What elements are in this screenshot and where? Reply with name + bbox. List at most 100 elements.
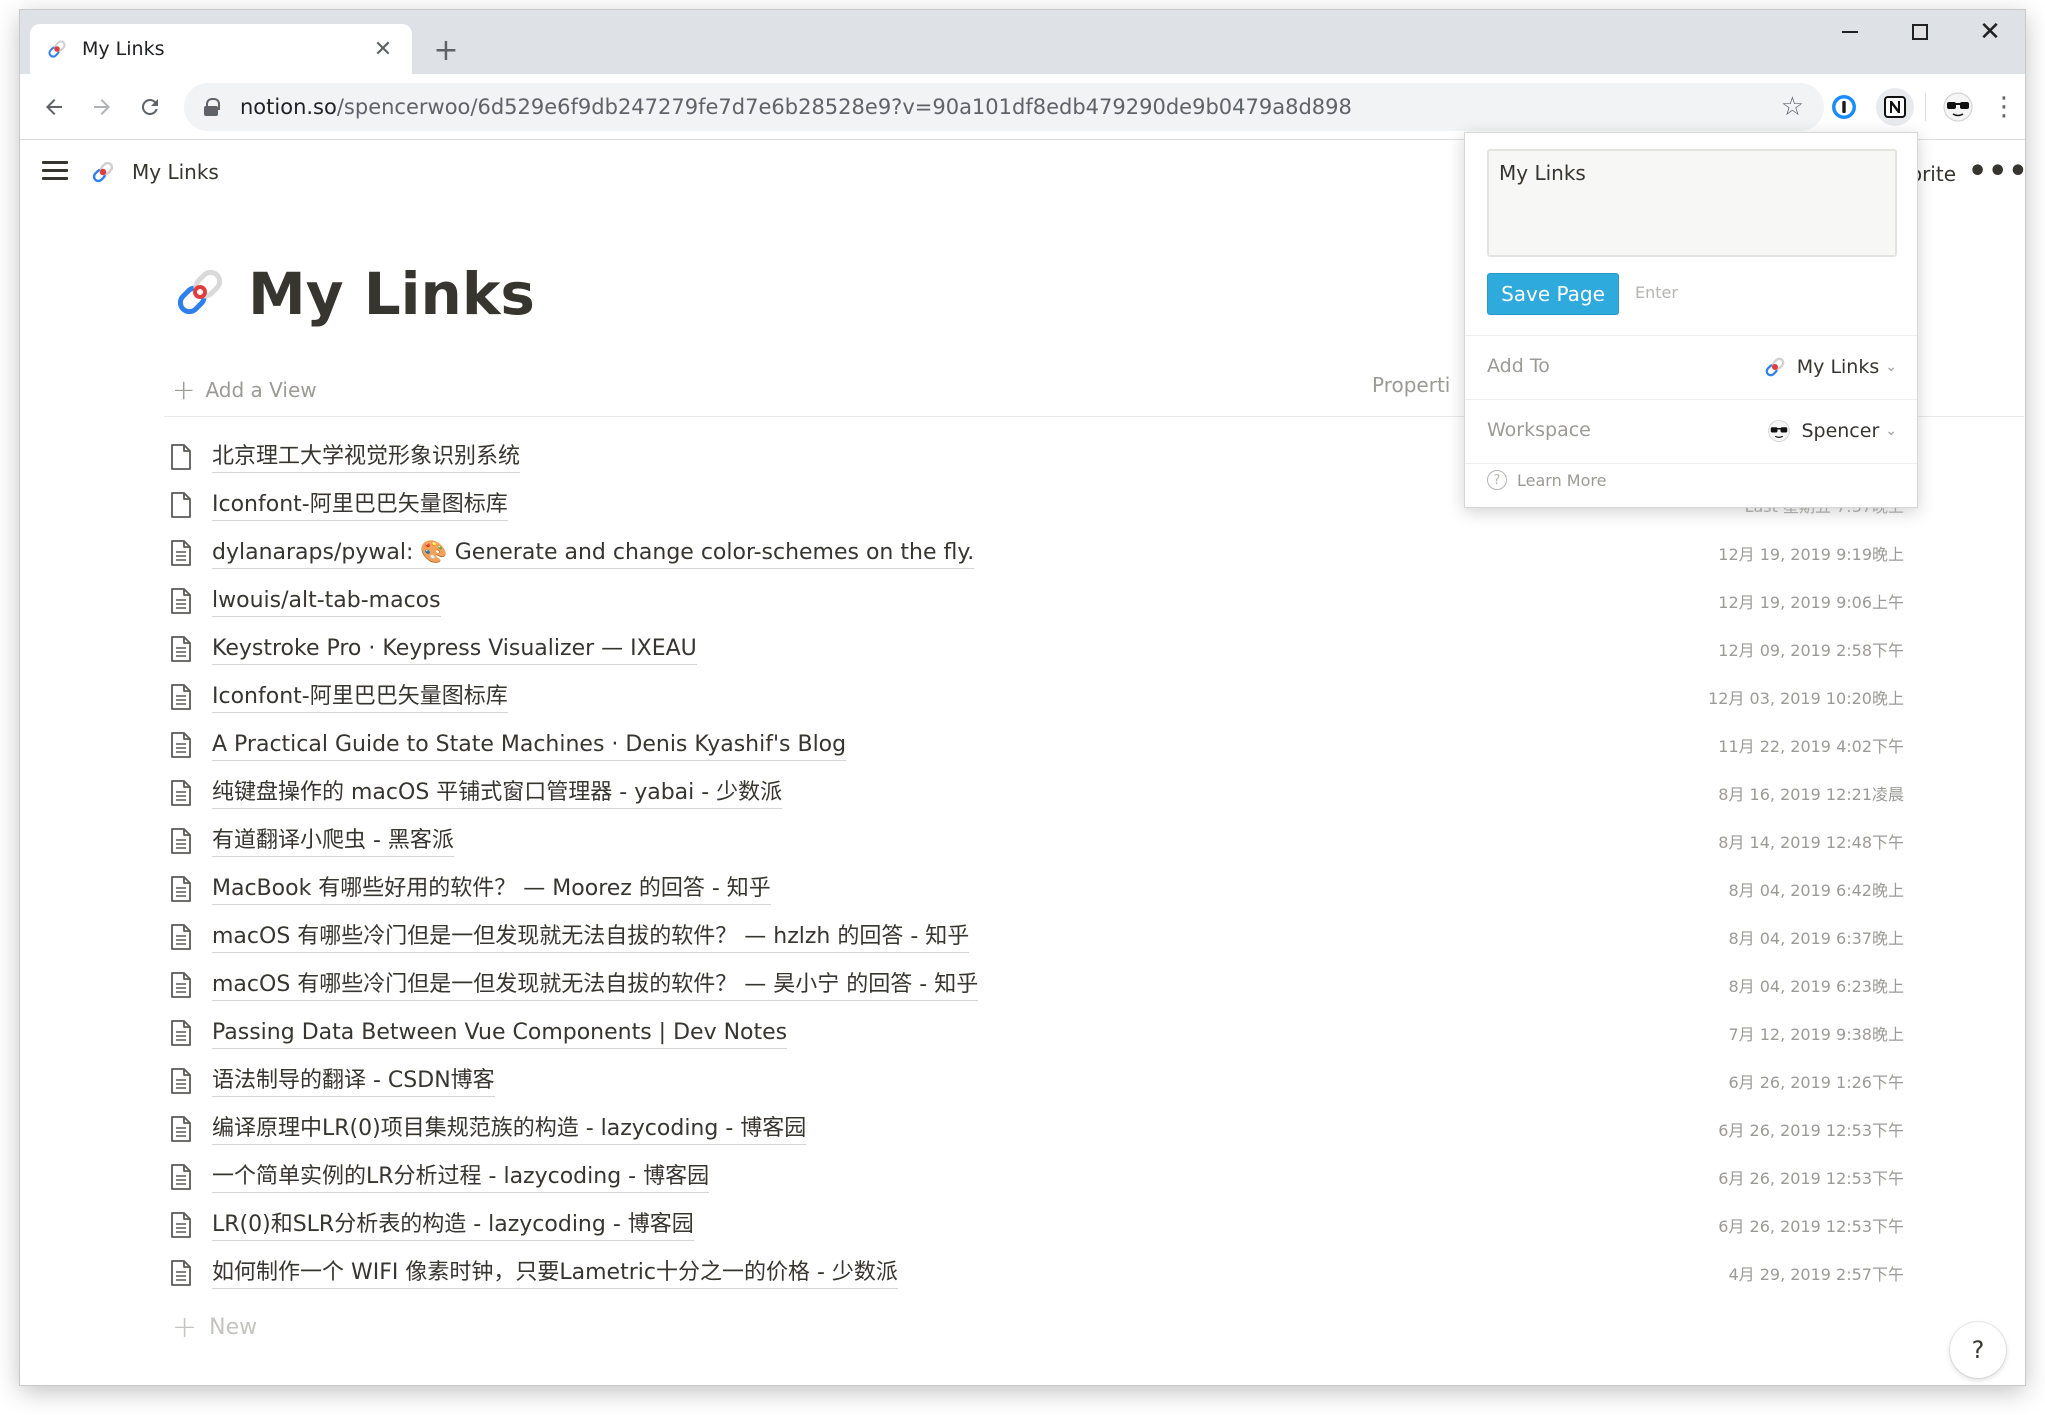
chevron-down-icon: ⌄ — [1885, 359, 1897, 375]
learn-more-link[interactable]: ? Learn More — [1487, 470, 1606, 490]
list-item[interactable]: 纯键盘操作的 macOS 平铺式窗口管理器 - yabai - 少数派 8月 16… — [164, 769, 1904, 817]
list-item[interactable]: macOS 有哪些冷门但是一但发现就无法自拔的软件？ — hzlzh 的回答 -… — [164, 913, 1904, 961]
list-item[interactable]: 如何制作一个 WIFI 像素时钟，只要Lametric十分之一的价格 - 少数派… — [164, 1249, 1904, 1297]
list-item[interactable]: Keystroke Pro · Keypress Visualizer — IX… — [164, 625, 1904, 673]
list-item[interactable]: 一个简单实例的LR分析过程 - lazycoding - 博客园 6月 26, 2… — [164, 1153, 1904, 1201]
document-icon — [171, 684, 191, 710]
list-item[interactable]: 语法制导的翻译 - CSDN博客 6月 26, 2019 1:26下午 — [164, 1057, 1904, 1105]
chevron-down-icon: ⌄ — [1885, 423, 1897, 439]
forward-button[interactable] — [82, 87, 122, 127]
page-link-title[interactable]: A Practical Guide to State Machines · De… — [212, 730, 847, 761]
list-item[interactable]: Iconfont-阿里巴巴矢量图标库 12月 03, 2019 10:20晚上 — [164, 673, 1904, 721]
document-icon — [171, 1212, 191, 1238]
page-link-title[interactable]: macOS 有哪些冷门但是一但发现就无法自拔的软件？ — 昊小宁 的回答 - 知… — [212, 970, 979, 1001]
onepassword-extension[interactable] — [1828, 91, 1860, 123]
list-item[interactable]: 编译原理中LR(0)项目集规范族的构造 - lazycoding - 博客园 6月… — [164, 1105, 1904, 1153]
minimize-icon — [1842, 31, 1858, 33]
hamburger-icon[interactable] — [42, 161, 68, 181]
page-link-title[interactable]: 如何制作一个 WIFI 像素时钟，只要Lametric十分之一的价格 - 少数派 — [212, 1258, 898, 1289]
star-icon[interactable]: ☆ — [1781, 92, 1804, 122]
list-item[interactable]: lwouis/alt-tab-macos 12月 19, 2019 9:06上午 — [164, 577, 1904, 625]
new-page-button[interactable]: + New — [172, 1310, 257, 1345]
breadcrumb-title[interactable]: My Links — [132, 160, 219, 184]
page-link-title[interactable]: LR(0)和SLR分析表的构造 - lazycoding - 博客园 — [212, 1210, 694, 1241]
kebab-menu-icon[interactable]: ⋮ — [1988, 91, 2020, 123]
page-link-icon — [177, 269, 223, 315]
browser-tab[interactable]: My Links ✕ — [30, 24, 412, 74]
created-date: 12月 09, 2019 2:58下午 — [1718, 641, 1904, 660]
help-button[interactable]: ? — [1950, 1322, 2006, 1378]
page-link-icon — [1765, 357, 1785, 377]
notion-clipper-extension[interactable] — [1876, 88, 1914, 126]
window-close-button[interactable]: ✕ — [1955, 10, 2025, 54]
created-date: 12月 03, 2019 10:20晚上 — [1708, 689, 1904, 708]
popup-divider — [1465, 335, 1917, 336]
toolbar-divider — [1925, 93, 1926, 121]
page-title[interactable]: My Links — [248, 260, 535, 328]
document-icon — [171, 828, 191, 854]
page-title-input[interactable]: My Links — [1487, 149, 1897, 257]
add-view-label: Add a View — [205, 377, 317, 402]
back-button[interactable] — [34, 87, 74, 127]
url-text: notion.so/spencerwoo/6d529e6f9db247279fe… — [240, 95, 1781, 119]
page-link-title[interactable]: 有道翻译小爬虫 - 黑客派 — [212, 826, 454, 857]
new-tab-button[interactable]: + — [428, 34, 464, 70]
created-date: 8月 04, 2019 6:23晚上 — [1728, 977, 1904, 996]
plus-icon: + — [172, 373, 196, 406]
page-link-title[interactable]: Iconfont-阿里巴巴矢量图标库 — [212, 490, 508, 521]
page-link-title[interactable]: macOS 有哪些冷门但是一但发现就无法自拔的软件？ — hzlzh 的回答 -… — [212, 922, 970, 953]
page-link-title[interactable]: 北京理工大学视觉形象识别系统 — [212, 442, 521, 473]
list-item[interactable]: LR(0)和SLR分析表的构造 - lazycoding - 博客园 6月 26,… — [164, 1201, 1904, 1249]
list-item[interactable]: 有道翻译小爬虫 - 黑客派 8月 14, 2019 12:48下午 — [164, 817, 1904, 865]
save-page-button[interactable]: Save Page — [1487, 273, 1619, 315]
page-link-title[interactable]: Keystroke Pro · Keypress Visualizer — IX… — [212, 634, 697, 665]
reload-button[interactable] — [130, 87, 170, 127]
properties-button[interactable]: Properti — [1372, 373, 1450, 397]
add-to-select[interactable]: My Links ⌄ — [1763, 355, 1897, 379]
document-icon — [171, 588, 191, 614]
avatar-icon — [1943, 92, 1973, 122]
document-icon — [171, 780, 191, 806]
enter-hint: Enter — [1635, 283, 1678, 302]
created-date: 12月 19, 2019 9:06上午 — [1718, 593, 1904, 612]
more-options-icon[interactable]: ••• — [1968, 154, 2025, 189]
page-link-title[interactable]: MacBook 有哪些好用的软件？ — Moorez 的回答 - 知乎 — [212, 874, 771, 905]
new-label: New — [209, 1315, 258, 1340]
page-link-title[interactable]: 一个简单实例的LR分析过程 - lazycoding - 博客园 — [212, 1162, 710, 1193]
list-item[interactable]: A Practical Guide to State Machines · De… — [164, 721, 1904, 769]
page-link-title[interactable]: 语法制导的翻译 - CSDN博客 — [212, 1066, 495, 1097]
created-date: 6月 26, 2019 12:53下午 — [1718, 1217, 1904, 1236]
page-link-title[interactable]: 编译原理中LR(0)项目集规范族的构造 - lazycoding - 博客园 — [212, 1114, 807, 1145]
tab-close-icon[interactable]: ✕ — [370, 37, 396, 62]
add-view-button[interactable]: + Add a View — [172, 373, 317, 406]
learn-more-label: Learn More — [1517, 470, 1607, 490]
page-link-icon — [48, 40, 66, 58]
document-icon — [171, 1068, 191, 1094]
page-link-title[interactable]: 纯键盘操作的 macOS 平铺式窗口管理器 - yabai - 少数派 — [212, 778, 783, 809]
list-item[interactable]: dylanaraps/pywal: 🎨 Generate and change … — [164, 529, 1904, 577]
list-item[interactable]: MacBook 有哪些好用的软件？ — Moorez 的回答 - 知乎 8月 04… — [164, 865, 1904, 913]
page-link-title[interactable]: lwouis/alt-tab-macos — [212, 586, 441, 617]
page-link-title[interactable]: Iconfont-阿里巴巴矢量图标库 — [212, 682, 508, 713]
url-domain: notion.so — [240, 95, 337, 119]
minimize-button[interactable] — [1815, 10, 1885, 54]
workspace-label: Workspace — [1487, 419, 1591, 441]
page-link-title[interactable]: Passing Data Between Vue Components | De… — [212, 1018, 788, 1049]
document-icon — [171, 636, 191, 662]
page-list: 北京理工大学视觉形象识别系统Iconfont-阿里巴巴矢量图标库Last 星期五… — [164, 433, 1904, 1297]
page-link-title[interactable]: dylanaraps/pywal: 🎨 Generate and change … — [212, 538, 975, 569]
browser-window: My Links ✕ + ✕ notion.so/spencerwoo/6d52… — [20, 10, 2025, 1385]
page-link-icon — [92, 161, 114, 183]
document-icon — [171, 540, 191, 566]
profile-avatar[interactable] — [1942, 91, 1974, 123]
list-item[interactable]: Passing Data Between Vue Components | De… — [164, 1009, 1904, 1057]
avatar-icon — [1768, 420, 1791, 442]
maximize-button[interactable] — [1885, 10, 1955, 54]
back-icon — [46, 99, 62, 115]
list-item[interactable]: macOS 有哪些冷门但是一但发现就无法自拔的软件？ — 昊小宁 的回答 - 知… — [164, 961, 1904, 1009]
tab-strip: My Links ✕ + ✕ — [20, 10, 2025, 74]
popup-divider — [1465, 399, 1917, 400]
workspace-select[interactable]: Spencer ⌄ — [1767, 419, 1897, 443]
popup-divider — [1465, 463, 1917, 464]
address-bar[interactable]: notion.so/spencerwoo/6d529e6f9db247279fe… — [184, 83, 1824, 131]
